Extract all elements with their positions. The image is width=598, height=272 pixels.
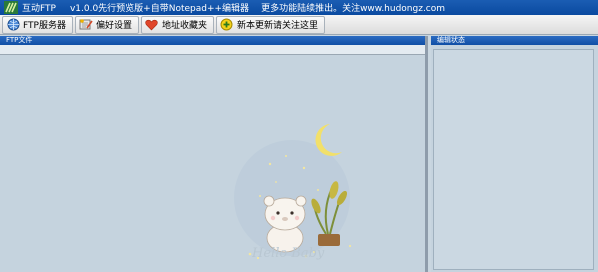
version-text: v1.0.0先行预览版+自带Notepad++编辑器 (69, 4, 250, 14)
ftp-server-button[interactable]: FTP服务器 (2, 15, 73, 34)
update-notice-label: 新本更新请关注这里 (236, 21, 318, 31)
ftp-files-header: FTP文件 (0, 36, 425, 45)
ftp-server-label: FTP服务器 (23, 21, 66, 31)
title-bar: 互动FTP v1.0.0先行预览版+自带Notepad++编辑器 更多功能陆续推… (0, 0, 598, 15)
server-icon (6, 18, 20, 32)
update-icon (220, 18, 234, 32)
favorites-button[interactable]: 地址收藏夹 (140, 15, 214, 34)
settings-icon (79, 18, 93, 32)
edit-status-panel: 编辑状态 (431, 36, 598, 272)
favorites-label: 地址收藏夹 (161, 21, 207, 31)
hello-baby-text: Hello Baby (252, 246, 325, 261)
update-notice-button[interactable]: 新本更新请关注这里 (215, 15, 325, 34)
ftp-files-panel: FTP文件 Hello Baby (0, 36, 428, 272)
preferences-button[interactable]: 偏好设置 (74, 15, 139, 34)
app-logo-icon (3, 1, 19, 15)
edit-status-list[interactable] (433, 49, 594, 270)
heart-icon (145, 18, 159, 32)
file-list-header (0, 45, 425, 55)
edit-status-header: 编辑状态 (431, 36, 598, 45)
preferences-label: 偏好设置 (95, 21, 132, 31)
toolbar: FTP服务器 偏好设置 地址收藏夹 新本更新请关注这里 (0, 15, 598, 35)
app-title: 互动FTP (22, 4, 56, 14)
notice-text: 更多功能陆续推出。关注www.hudongz.com (261, 4, 446, 14)
